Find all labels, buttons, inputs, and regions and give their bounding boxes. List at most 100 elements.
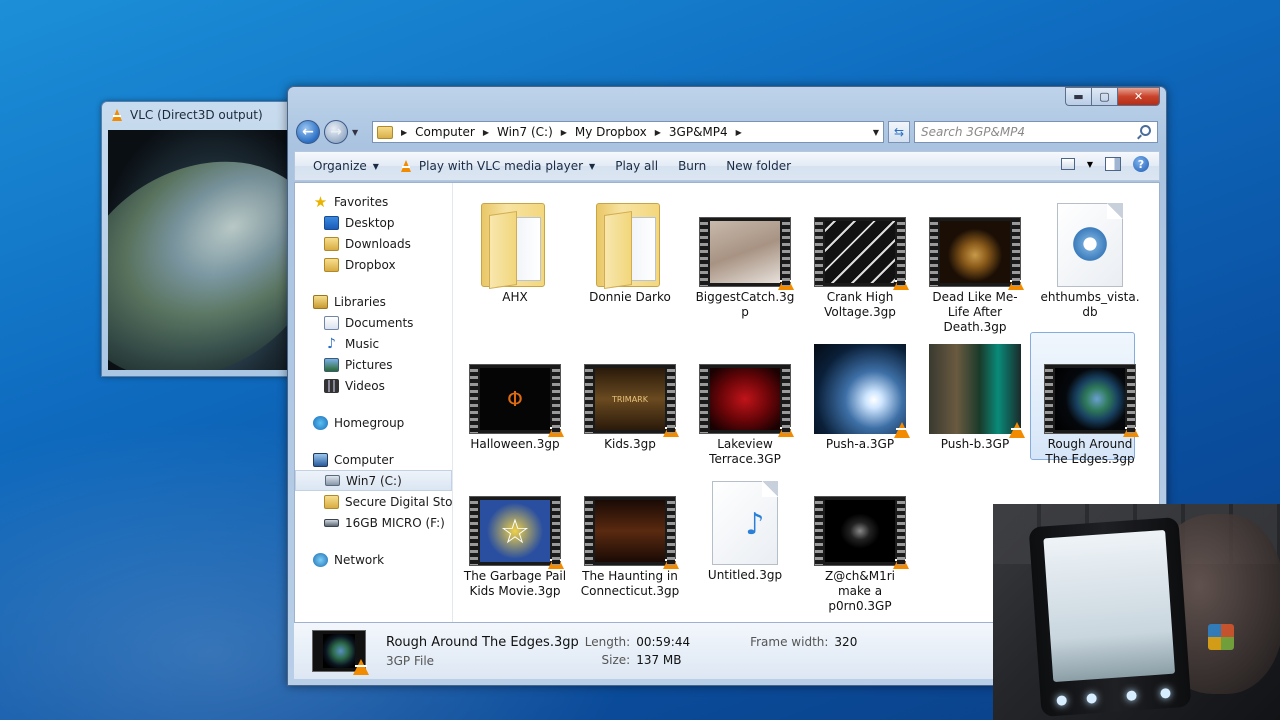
file-item[interactable]: AHX — [463, 189, 567, 305]
vlc-window[interactable]: VLC (Direct3D output) — [101, 101, 301, 377]
file-name: BiggestCatch.3gp — [695, 290, 795, 319]
file-item[interactable]: TRIMARK Kids.3gp — [578, 336, 682, 452]
back-button[interactable]: ← — [296, 120, 320, 144]
nav-pictures[interactable]: Pictures — [295, 354, 452, 375]
videos-icon — [324, 378, 339, 393]
file-name: Dead Like Me-Life After Death.3gp — [932, 290, 1018, 334]
nav-documents[interactable]: Documents — [295, 312, 452, 333]
play-all-button[interactable]: Play all — [609, 159, 672, 173]
chevron-right-icon[interactable]: ▶ — [483, 128, 489, 137]
vlc-cone-icon — [778, 421, 794, 437]
file-thumbnail: TRIMARK — [578, 336, 682, 437]
preview-pane-icon[interactable] — [1105, 157, 1121, 171]
help-icon[interactable]: ? — [1133, 156, 1149, 172]
toolbar-right: ▼ ? — [1060, 156, 1149, 172]
nav-libraries[interactable]: Libraries — [295, 291, 452, 312]
nav-win7-drive[interactable]: Win7 (C:) — [295, 470, 452, 491]
nav-secure-digital[interactable]: Secure Digital Storag — [295, 491, 452, 512]
video-thumbnail-icon — [929, 217, 1024, 290]
length-value[interactable]: 00:59:44 — [636, 635, 690, 649]
chevron-right-icon[interactable]: ▶ — [736, 128, 742, 137]
vlc-video-output[interactable] — [108, 130, 300, 370]
file-item[interactable]: ♪ Untitled.3gp — [693, 453, 797, 583]
caret-down-icon: ▼ — [589, 161, 596, 171]
file-item[interactable]: Crank High Voltage.3gp — [808, 189, 912, 320]
nav-label: Network — [334, 552, 385, 567]
vlc-cone-icon — [1123, 421, 1139, 437]
nav-downloads[interactable]: Downloads — [295, 233, 452, 254]
forward-button[interactable]: → — [324, 120, 348, 144]
frame-width-value[interactable]: 320 — [834, 635, 857, 649]
nav-label: Music — [345, 336, 380, 351]
file-item[interactable]: Z@ch&M1ri make a p0rn0.3GP — [808, 468, 912, 614]
nav-homegroup[interactable]: Homegroup — [295, 412, 452, 433]
file-item[interactable]: ☆ The Garbage Pail Kids Movie.3gp — [463, 468, 567, 599]
file-thumbnail — [808, 336, 912, 438]
nav-favorites[interactable]: ★ Favorites — [295, 191, 452, 212]
file-item[interactable]: Φ Halloween.3gp — [463, 336, 567, 452]
address-row: ← → ▼ ▶ Computer ▶ Win7 (C:) ▶ My Dropbo… — [296, 119, 1158, 145]
file-name: AHX — [502, 290, 528, 304]
chevron-right-icon[interactable]: ▶ — [561, 128, 567, 137]
file-thumbnail — [693, 189, 797, 290]
file-thumbnail — [808, 468, 912, 569]
breadcrumb-computer[interactable]: Computer — [415, 125, 475, 139]
chevron-right-icon[interactable]: ▶ — [401, 128, 407, 137]
favorites-section: ★ Favorites Desktop Downloads Dropbox — [295, 191, 452, 275]
file-item[interactable]: BiggestCatch.3gp — [693, 189, 797, 320]
video-thumbnail-icon — [814, 496, 909, 569]
organize-label: Organize — [313, 159, 367, 173]
vlc-title-bar[interactable]: VLC (Direct3D output) — [102, 102, 300, 128]
breadcrumb-3gp-mp4[interactable]: 3GP&MP4 — [669, 125, 728, 139]
close-button[interactable]: ✕ — [1117, 87, 1160, 106]
play-with-vlc-button[interactable]: Play with VLC media player ▼ — [393, 159, 609, 173]
details-file-type: 3GP File — [386, 653, 435, 668]
nav-label: Documents — [345, 315, 414, 330]
file-item[interactable]: Donnie Darko — [578, 189, 682, 305]
new-folder-button[interactable]: New folder — [720, 159, 805, 173]
maximize-button[interactable]: ▢ — [1091, 87, 1117, 106]
file-item[interactable]: Push-b.3GP — [923, 336, 1027, 452]
file-item[interactable]: ehthumbs_vista.db — [1038, 189, 1142, 320]
nav-computer[interactable]: Computer — [295, 449, 452, 470]
search-icon[interactable] — [1140, 125, 1151, 136]
new-folder-label: New folder — [726, 159, 792, 173]
nav-music[interactable]: ♪ Music — [295, 333, 452, 354]
vlc-cone-icon — [400, 160, 411, 172]
file-item[interactable]: Push-a.3GP — [808, 336, 912, 452]
file-item[interactable]: The Haunting in Connecticut.3gp — [578, 468, 682, 599]
file-name: Push-b.3GP — [940, 437, 1010, 451]
nav-micro-drive[interactable]: 16GB MICRO (F:) — [295, 512, 452, 533]
burn-button[interactable]: Burn — [672, 159, 720, 173]
file-item[interactable]: Lakeview Terrace.3GP — [693, 336, 797, 467]
video-thumbnail-icon — [1044, 364, 1139, 437]
nav-network[interactable]: Network — [295, 549, 452, 570]
view-options-dropdown[interactable]: ▼ — [1087, 160, 1093, 169]
computer-section: Computer Win7 (C:) Secure Digital Storag… — [295, 449, 452, 533]
vlc-cone-icon — [548, 421, 564, 437]
refresh-button[interactable]: ⇆ — [888, 121, 910, 143]
breadcrumb-win7[interactable]: Win7 (C:) — [497, 125, 553, 139]
address-bar[interactable]: ▶ Computer ▶ Win7 (C:) ▶ My Dropbox ▶ 3G… — [372, 121, 884, 143]
phone-camera-overlay — [993, 504, 1280, 720]
file-item[interactable]: Dead Like Me-Life After Death.3gp — [923, 189, 1027, 335]
navigation-pane[interactable]: ★ Favorites Desktop Downloads Dropbox Li… — [295, 183, 453, 622]
nav-label: Dropbox — [345, 257, 396, 272]
minimize-button[interactable]: ▬ — [1065, 87, 1091, 106]
phone-button-light — [1160, 687, 1171, 699]
vlc-cone-icon — [112, 109, 122, 121]
search-input[interactable]: Search 3GP&MP4 — [914, 121, 1158, 143]
change-view-icon[interactable] — [1060, 158, 1075, 170]
chevron-right-icon[interactable]: ▶ — [655, 128, 661, 137]
nav-desktop[interactable]: Desktop — [295, 212, 452, 233]
play-all-label: Play all — [615, 159, 659, 173]
file-item-selected[interactable]: Rough Around The Edges.3gp — [1030, 332, 1142, 467]
organize-button[interactable]: Organize ▼ — [307, 159, 393, 173]
nav-dropbox[interactable]: Dropbox — [295, 254, 452, 275]
file-thumbnail — [923, 336, 1027, 438]
address-history-dropdown[interactable]: ▼ — [873, 128, 879, 137]
breadcrumb-my-dropbox[interactable]: My Dropbox — [575, 125, 647, 139]
recent-pages-dropdown[interactable]: ▼ — [352, 128, 362, 137]
nav-videos[interactable]: Videos — [295, 375, 452, 396]
nav-label: 16GB MICRO (F:) — [345, 515, 445, 530]
